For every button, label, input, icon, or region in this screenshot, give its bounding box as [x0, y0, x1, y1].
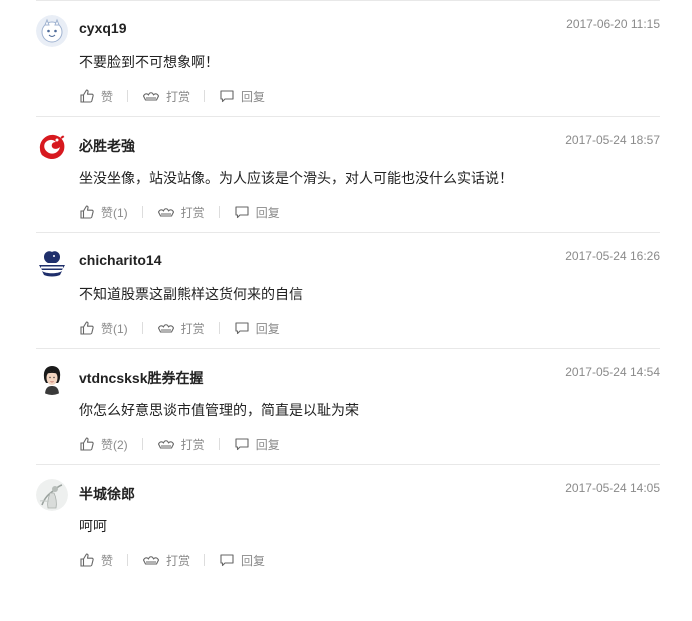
reply-button[interactable]: 回复 — [234, 320, 280, 337]
chat-bubble-icon — [235, 438, 249, 451]
person-portrait-icon — [36, 363, 68, 395]
comment-item: vtdncsksk胜券在握 2017-05-24 14:54 你怎么好意思谈市值… — [36, 349, 660, 465]
reward-button[interactable]: 打赏 — [142, 552, 190, 569]
comment-time: 2017-05-24 14:05 — [565, 481, 660, 495]
comment-time: 2017-05-24 18:57 — [565, 133, 660, 147]
comment-time: 2017-05-24 16:26 — [565, 249, 660, 263]
chat-bubble-icon — [220, 90, 234, 103]
action-separator — [141, 438, 143, 450]
ingot-icon — [142, 92, 160, 101]
like-button[interactable]: 赞 — [79, 552, 113, 569]
reward-button[interactable]: 打赏 — [157, 204, 205, 221]
action-separator — [204, 90, 206, 102]
action-separator — [218, 438, 220, 450]
like-button[interactable]: 赞(1) — [79, 320, 128, 337]
avatar[interactable] — [36, 479, 68, 511]
ingot-icon — [157, 440, 174, 449]
cartoon-face-icon — [36, 15, 68, 47]
reply-button[interactable]: 回复 — [219, 88, 265, 105]
reply-label: 回复 — [255, 321, 280, 336]
action-separator — [141, 322, 143, 334]
comment-time: 2017-06-20 11:15 — [566, 17, 660, 31]
lion-crest-icon — [36, 247, 68, 279]
reward-label: 打赏 — [180, 321, 205, 336]
username[interactable]: cyxq19 — [79, 20, 126, 36]
like-button[interactable]: 赞(1) — [79, 204, 128, 221]
reward-button[interactable]: 打赏 — [157, 436, 205, 453]
comment-time: 2017-05-24 14:54 — [565, 365, 660, 379]
comment-actions: 赞(2) 打赏 回复 — [79, 434, 280, 454]
action-separator — [127, 90, 129, 102]
action-separator — [218, 322, 220, 334]
like-button[interactable]: 赞(2) — [79, 436, 128, 453]
reward-label: 打赏 — [180, 437, 205, 452]
chat-bubble-icon — [235, 206, 249, 219]
comment-item: chicharito14 2017-05-24 16:26 不知道股票这副熊样这… — [36, 233, 660, 349]
reply-label: 回复 — [255, 205, 280, 220]
comment-item: 半城徐郎 2017-05-24 14:05 呵呵 赞 打赏 回复 — [36, 465, 660, 581]
avatar[interactable] — [36, 131, 68, 163]
comment-actions: 赞 打赏 回复 — [79, 86, 265, 106]
like-label: 赞(1) — [101, 205, 128, 220]
avatar[interactable] — [36, 247, 68, 279]
reward-label: 打赏 — [166, 553, 191, 568]
thumbs-up-icon — [80, 205, 94, 219]
red-dragon-icon — [36, 131, 68, 163]
comment-item: cyxq19 2017-06-20 11:15 不要脸到不可想象啊！ 赞 打赏 … — [36, 1, 660, 117]
chat-bubble-icon — [235, 322, 249, 335]
like-label: 赞 — [101, 553, 114, 568]
like-label: 赞 — [101, 89, 114, 104]
ink-figure-icon — [36, 479, 68, 511]
like-button[interactable]: 赞 — [79, 88, 113, 105]
reward-label: 打赏 — [166, 89, 191, 104]
chat-bubble-icon — [220, 554, 234, 567]
action-separator — [218, 206, 220, 218]
reply-label: 回复 — [241, 89, 266, 104]
comment-text: 不要脸到不可想象啊！ — [79, 54, 219, 70]
comment-text: 不知道股票这副熊样这货何来的自信 — [79, 286, 303, 302]
action-separator — [204, 554, 206, 566]
ingot-icon — [142, 556, 160, 565]
comment-actions: 赞(1) 打赏 回复 — [79, 202, 280, 222]
username[interactable]: 必胜老強 — [79, 136, 135, 156]
reply-button[interactable]: 回复 — [234, 204, 280, 221]
action-separator — [141, 206, 143, 218]
comment-text: 你怎么好意思谈市值管理的，简直是以耻为荣 — [79, 402, 359, 418]
action-separator — [127, 554, 129, 566]
username[interactable]: 半城徐郎 — [79, 484, 135, 504]
username[interactable]: vtdncsksk胜券在握 — [79, 368, 203, 388]
avatar[interactable] — [36, 15, 68, 47]
reply-button[interactable]: 回复 — [234, 436, 280, 453]
ingot-icon — [157, 324, 174, 333]
comment-text: 坐没坐像，站没站像。为人应该是个滑头，对人可能也没什么实话说！ — [79, 170, 513, 186]
ingot-icon — [157, 208, 174, 217]
reply-label: 回复 — [255, 437, 280, 452]
comment-actions: 赞(1) 打赏 回复 — [79, 318, 280, 338]
avatar[interactable] — [36, 363, 68, 395]
reward-label: 打赏 — [180, 205, 205, 220]
comment-item: 必胜老強 2017-05-24 18:57 坐没坐像，站没站像。为人应该是个滑头… — [36, 117, 660, 233]
thumbs-up-icon — [80, 437, 94, 451]
username[interactable]: chicharito14 — [79, 252, 161, 268]
reward-button[interactable]: 打赏 — [142, 88, 190, 105]
like-label: 赞(1) — [101, 321, 128, 336]
like-label: 赞(2) — [101, 437, 128, 452]
comment-text: 呵呵 — [79, 518, 107, 534]
reply-button[interactable]: 回复 — [219, 552, 265, 569]
comment-actions: 赞 打赏 回复 — [79, 550, 265, 570]
thumbs-up-icon — [80, 321, 94, 335]
reward-button[interactable]: 打赏 — [157, 320, 205, 337]
reply-label: 回复 — [241, 553, 266, 568]
thumbs-up-icon — [80, 553, 94, 567]
thumbs-up-icon — [80, 89, 94, 103]
